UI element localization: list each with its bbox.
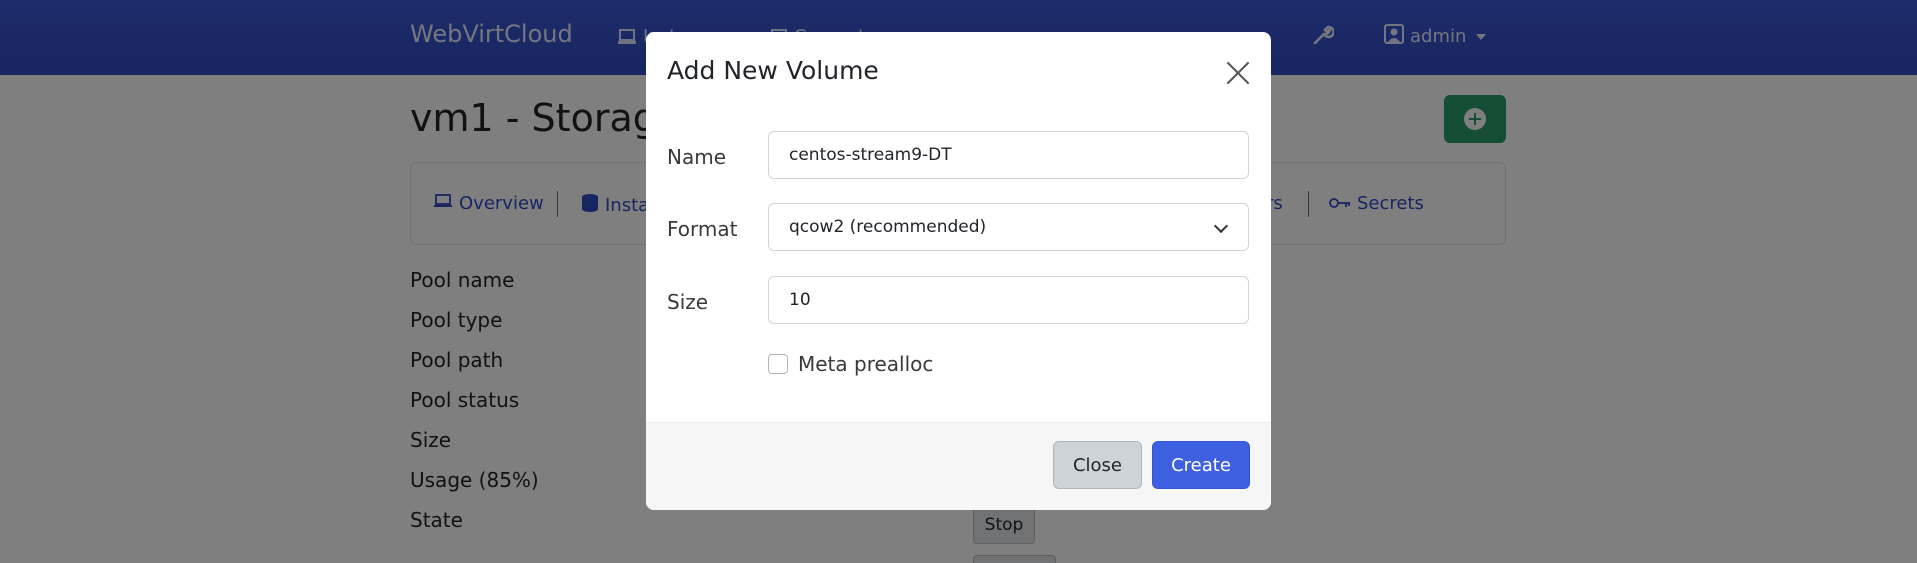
format-select-value: qcow2 (recommended) — [789, 217, 987, 237]
name-input[interactable]: centos-stream9-DT — [768, 131, 1249, 179]
size-input[interactable]: 10 — [768, 276, 1249, 324]
meta-prealloc-row: Meta prealloc — [768, 352, 933, 376]
size-input-value: 10 — [789, 290, 811, 310]
chevron-down-icon — [1213, 218, 1229, 234]
close-icon[interactable] — [1226, 61, 1250, 85]
modal-title: Add New Volume — [667, 56, 879, 85]
close-button[interactable]: Close — [1053, 441, 1142, 489]
add-volume-modal: Add New Volume Name centos-stream9-DT Fo… — [646, 32, 1271, 510]
create-button[interactable]: Create — [1152, 441, 1250, 489]
meta-prealloc-label[interactable]: Meta prealloc — [798, 352, 933, 376]
format-select[interactable]: qcow2 (recommended) — [768, 203, 1249, 251]
meta-prealloc-checkbox[interactable] — [768, 354, 788, 374]
format-label: Format — [667, 217, 738, 241]
name-input-value: centos-stream9-DT — [789, 145, 952, 165]
size-label: Size — [667, 290, 709, 314]
name-label: Name — [667, 145, 727, 169]
